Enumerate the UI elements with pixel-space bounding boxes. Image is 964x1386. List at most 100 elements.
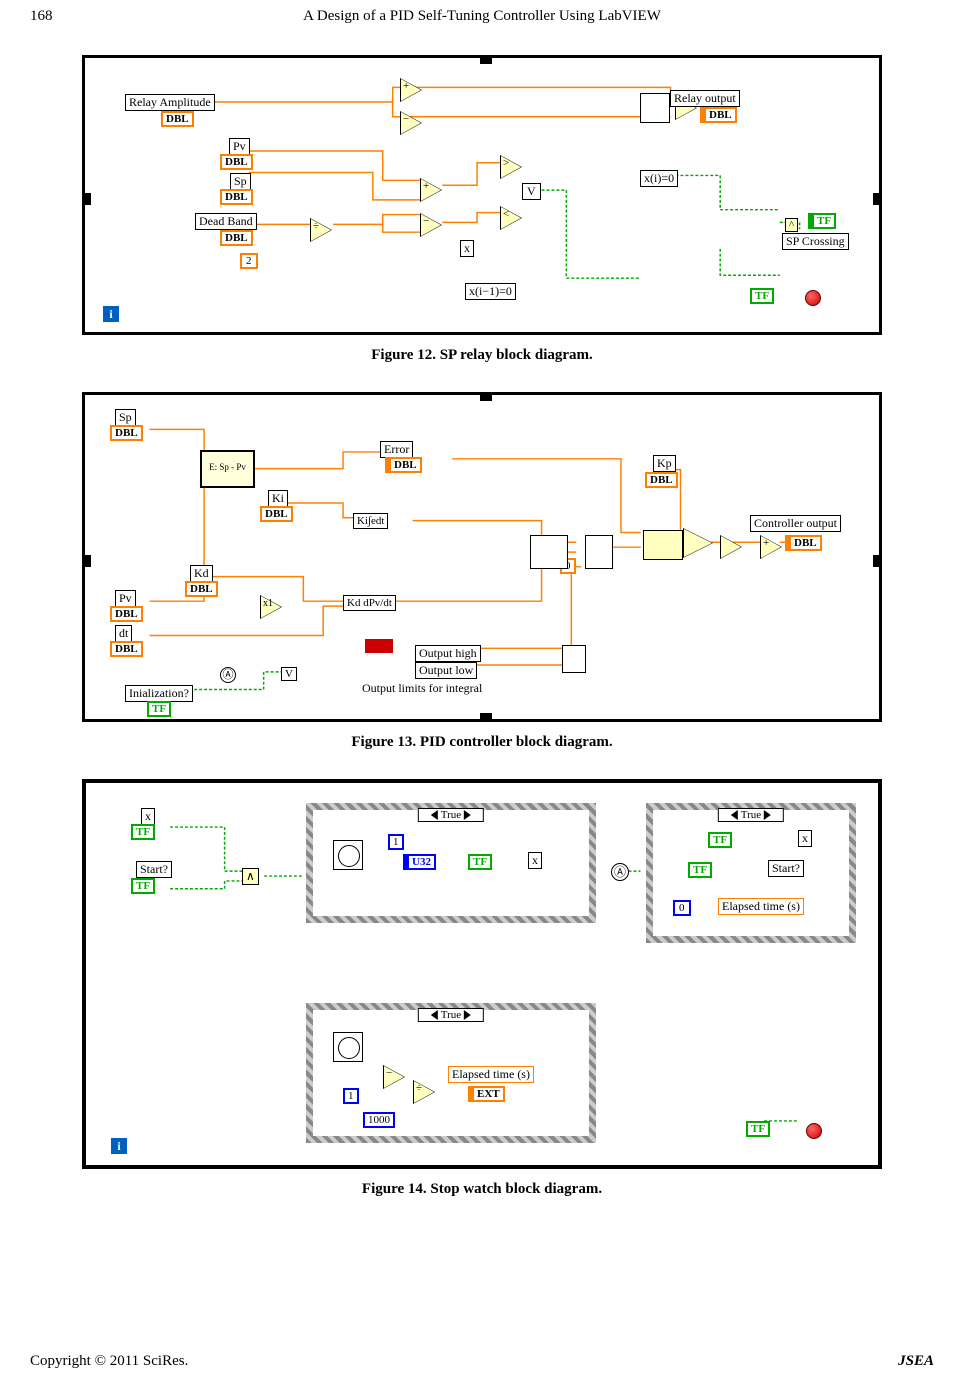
output-limits-label: Output limits for integral	[362, 681, 482, 696]
sum-block	[643, 530, 683, 560]
initialization-tf: TF	[147, 701, 171, 717]
error-dbl: DBL	[385, 457, 422, 473]
one-constant: 1	[388, 834, 404, 850]
figure-14-caption: Figure 14. Stop watch block diagram.	[30, 1181, 934, 1198]
plus-final: +	[763, 537, 769, 549]
sp-dbl: DBL	[220, 189, 253, 205]
clock-icon-2: Ⓐ	[220, 667, 236, 683]
sp-label-2: Sp	[115, 409, 136, 426]
clock-icon-between: Ⓐ	[611, 863, 629, 881]
paper-title: A Design of a PID Self-Tuning Controller…	[110, 8, 854, 25]
ext-indicator: EXT	[468, 1086, 505, 1102]
ki-label: Ki	[268, 490, 288, 507]
kp-dbl: DBL	[645, 472, 678, 488]
sub-op: −	[386, 1067, 392, 1079]
constant-2: 2	[240, 253, 258, 269]
kd-label: Kd	[190, 565, 213, 582]
copyright-text: Copyright © 2011 SciRes.	[30, 1353, 188, 1370]
figure-14-diagram: x TF Start? TF ∧ True 1 U32 TF x True − …	[82, 779, 882, 1169]
x1-op: x1	[263, 598, 273, 609]
bottom-tf: TF	[750, 288, 774, 304]
x-inner-label-2: x	[798, 830, 812, 847]
relay-amplitude-label: Relay Amplitude	[125, 94, 215, 111]
plus-op-2: +	[403, 80, 409, 92]
kd-derivative-block: Kd dPv/dt	[343, 595, 396, 611]
case-frame-1: True 1 U32 TF x	[306, 803, 596, 923]
build-block	[585, 535, 613, 569]
pv-dbl: DBL	[220, 154, 253, 170]
dt-label: dt	[115, 625, 132, 642]
limit-block	[562, 645, 586, 673]
relay-output-dbl: DBL	[700, 107, 737, 123]
bottom-tf-2: TF	[746, 1121, 770, 1137]
initialization-label: Inialization?	[125, 685, 193, 702]
v-op-2: V	[281, 667, 297, 681]
figure-12-caption: Figure 12. SP relay block diagram.	[30, 347, 934, 364]
v-op: V	[522, 183, 541, 200]
figure-13-diagram: Sp DBL Pv DBL dt DBL E: Sp - Pv Ki DBL K…	[82, 392, 882, 722]
minus-op-1: −	[423, 215, 429, 227]
x-op: x	[460, 240, 474, 257]
and-op: ^	[785, 218, 798, 232]
selector-block	[530, 535, 568, 569]
case-frame-3: True TF x TF Start? 0 Elapsed time (s)	[646, 803, 856, 943]
output-low-label: Output low	[415, 662, 477, 679]
start-inner-label: Start?	[768, 860, 804, 877]
case-frame-2: True − ÷ 1 1000 Elapsed time (s) EXT	[306, 1003, 596, 1143]
controller-output-label: Controller output	[750, 515, 841, 532]
elapsed-label-2: Elapsed time (s)	[718, 898, 804, 915]
error-label: Error	[380, 441, 413, 458]
x-label: x	[141, 808, 155, 825]
one-constant-2: 1	[343, 1088, 359, 1104]
x-inner-label: x	[528, 852, 542, 869]
sp-dbl-2: DBL	[110, 425, 143, 441]
div-op-2: ÷	[416, 1082, 422, 1094]
start-label: Start?	[136, 861, 172, 878]
inner-tf-3b: TF	[688, 862, 712, 878]
case-tab-2: True	[418, 1008, 484, 1022]
info-icon-2: i	[111, 1138, 127, 1154]
figure-13-caption: Figure 13. PID controller block diagram.	[30, 734, 934, 751]
relay-amplitude-dbl: DBL	[161, 111, 194, 127]
dead-band-dbl: DBL	[220, 230, 253, 246]
xi10-label: x(i−1)=0	[465, 283, 516, 300]
gt-op: >	[503, 157, 509, 169]
elapsed-label-1: Elapsed time (s)	[448, 1066, 534, 1083]
page-header: 168 A Design of a PID Self-Tuning Contro…	[30, 8, 934, 25]
pv-dbl-2: DBL	[110, 606, 143, 622]
page-number: 168	[30, 8, 110, 25]
controller-output-dbl: DBL	[785, 535, 822, 551]
thousand-constant: 1000	[363, 1112, 395, 1128]
error-block: E: Sp - Pv	[200, 450, 255, 488]
kd-dbl: DBL	[185, 581, 218, 597]
limit-indicator	[365, 639, 393, 653]
selector-icon	[640, 93, 670, 123]
info-icon: i	[103, 306, 119, 322]
inner-tf-3a: TF	[708, 832, 732, 848]
dead-band-label: Dead Band	[195, 213, 257, 230]
u32-indicator: U32	[403, 854, 436, 870]
sp-label: Sp	[230, 173, 251, 190]
ki-integral-block: Ki∫edt	[353, 513, 388, 529]
stop-indicator-icon	[805, 290, 821, 306]
stop-indicator-icon-2	[806, 1123, 822, 1139]
sp-crossing-tf: TF	[808, 213, 836, 229]
minus-op-2: −	[403, 113, 409, 125]
pv-label: Pv	[229, 138, 250, 155]
sp-crossing-label: SP Crossing	[782, 233, 849, 250]
page-footer: Copyright © 2011 SciRes. JSEA	[30, 1353, 934, 1370]
plus-op-1: +	[423, 180, 429, 192]
case-tab-3: True	[718, 808, 784, 822]
dt-dbl: DBL	[110, 641, 143, 657]
journal-name: JSEA	[898, 1353, 934, 1370]
xi0-label: x(i)=0	[640, 170, 678, 187]
lt-op: <	[503, 208, 509, 220]
case-tab-1: True	[418, 808, 484, 822]
ki-dbl: DBL	[260, 506, 293, 522]
clock-icon-4	[333, 1032, 363, 1062]
divide-op: ÷	[313, 220, 319, 232]
inner-tf-1: TF	[468, 854, 492, 870]
clock-icon-3	[333, 840, 363, 870]
output-high-label: Output high	[415, 645, 481, 662]
zero-constant-2: 0	[673, 900, 691, 916]
